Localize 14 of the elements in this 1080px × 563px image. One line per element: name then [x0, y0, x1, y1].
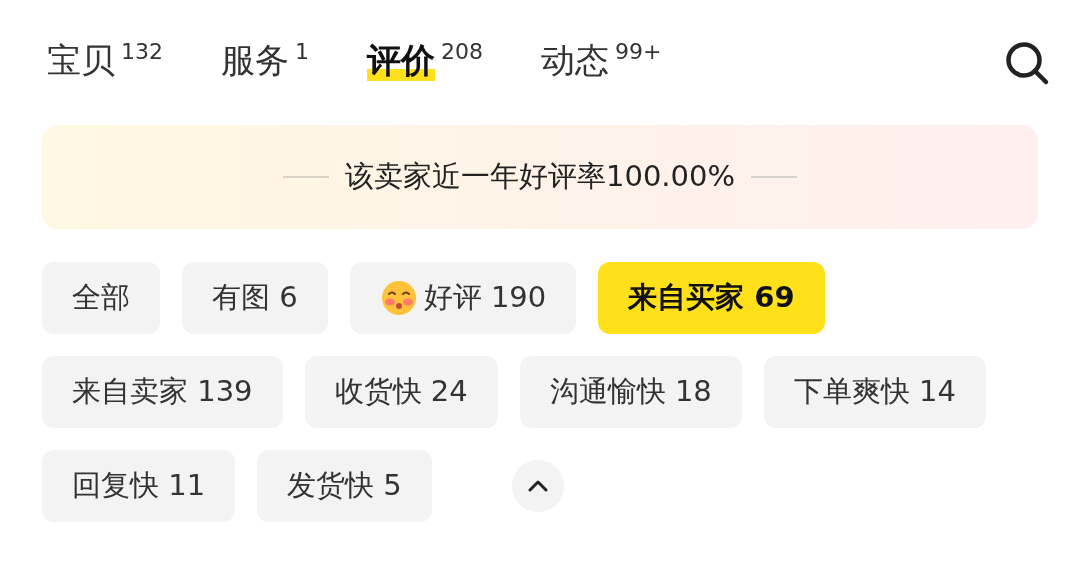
- filter-chip[interactable]: 下单爽快 14: [763, 356, 986, 428]
- filter-chip[interactable]: 收货快 24: [304, 356, 498, 428]
- caret-up-icon: [527, 480, 548, 492]
- filter-chip[interactable]: 全部: [42, 262, 160, 334]
- filter-chip[interactable]: 沟通愉快 18: [519, 356, 742, 428]
- search-icon[interactable]: [1004, 39, 1050, 86]
- filter-chip[interactable]: 回复快 11: [42, 450, 236, 522]
- emoji-icon: [379, 279, 418, 317]
- filter-chip[interactable]: 来自卖家 139: [42, 356, 283, 428]
- filter-chip[interactable]: 来自买家 69: [598, 262, 825, 334]
- filter-chip[interactable]: 发货快 5: [257, 450, 432, 522]
- positive-rate-text: 该卖家近一年好评率100.00%: [345, 158, 735, 196]
- filter-chip[interactable]: 有图 6: [182, 262, 328, 334]
- filter-chip[interactable]: 好评 190: [349, 262, 577, 334]
